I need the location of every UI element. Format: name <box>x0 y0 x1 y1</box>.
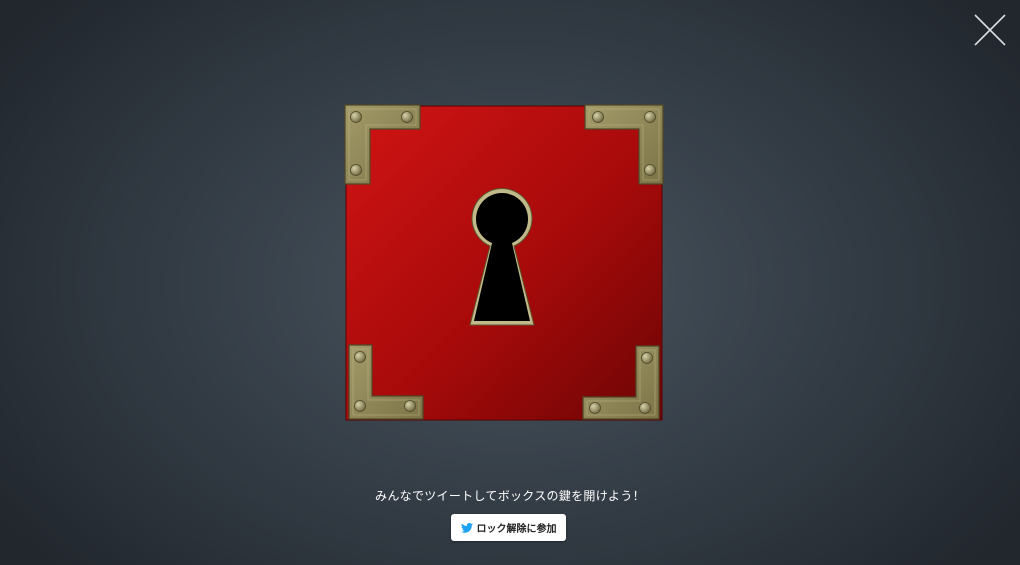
rivet <box>589 402 601 414</box>
twitter-icon <box>460 522 473 533</box>
rivet <box>401 111 413 123</box>
close-button[interactable] <box>972 12 1008 48</box>
join-unlock-button[interactable]: ロック解除に参加 <box>451 514 566 541</box>
rivet <box>354 400 366 412</box>
join-button-label: ロック解除に参加 <box>476 524 557 535</box>
rivet <box>350 164 362 176</box>
rivet <box>354 351 366 363</box>
close-icon <box>974 14 1006 46</box>
rivet <box>641 352 653 364</box>
rivet <box>592 111 604 123</box>
prompt-text: みんなでツイートしてボックスの鍵を開けよう！ <box>375 489 645 503</box>
rivet <box>644 111 656 123</box>
rivet <box>639 402 651 414</box>
rivet <box>350 111 362 123</box>
rivet <box>644 164 656 176</box>
lockbox <box>343 103 665 423</box>
rivet <box>404 400 416 412</box>
